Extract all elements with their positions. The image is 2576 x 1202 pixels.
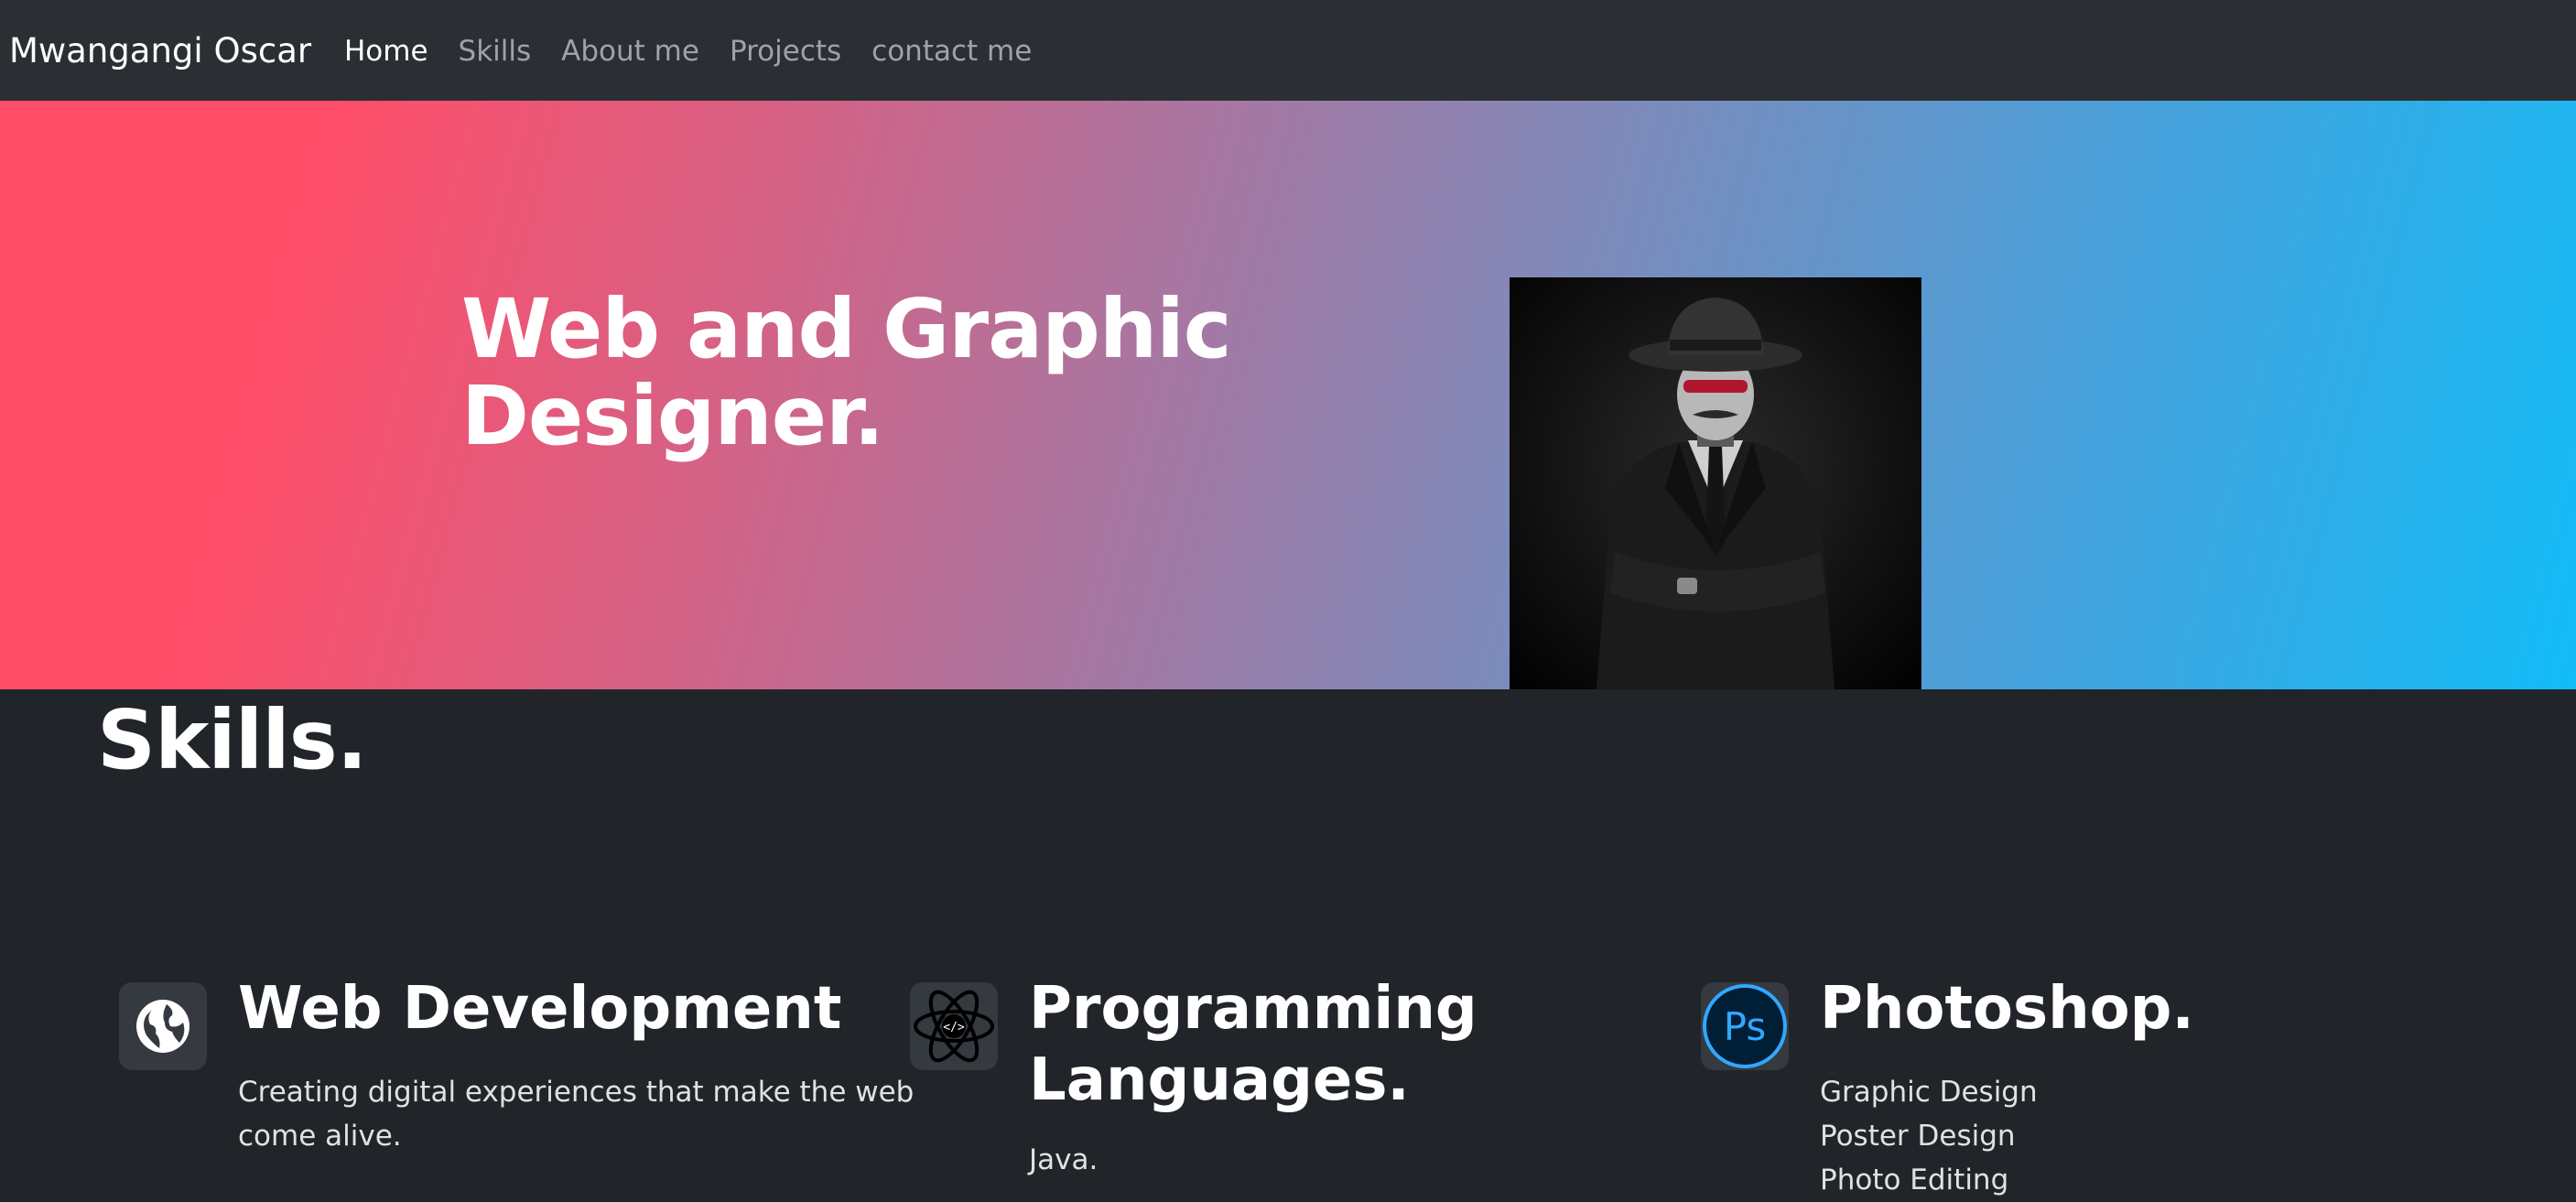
brand-link[interactable]: Mwangangi Oscar [9,28,311,74]
skill-description-line: Graphic Design [1820,1076,2038,1109]
skill-heading: Photoshop. [1820,975,2194,1043]
nav-link-home[interactable]: Home [344,29,428,73]
svg-text:</>: </> [943,1021,965,1034]
skill-description: Graphic Design Poster Design Photo Editi… [1820,1070,2516,1202]
hero-section [0,101,2576,689]
nav-link-contact[interactable]: contact me [871,29,1032,73]
nav-link-projects[interactable]: Projects [730,29,841,73]
skill-description-line: Creating digital experiences that make t… [238,1076,915,1109]
top-navbar: Mwangangi Oscar Home Skills About me Pro… [0,0,2576,101]
skill-description-line: come alive. [238,1120,402,1153]
skill-heading: Web Development [238,975,842,1043]
skill-description: Creating digital experiences that make t… [238,1070,934,1158]
nav-link-skills[interactable]: Skills [459,29,532,73]
skill-description-line: Photo Editing [1820,1164,2009,1197]
hero-portrait-image [1510,277,1921,689]
photoshop-icon: Ps [1701,982,1789,1070]
anonymous-man-in-suit-image [1510,277,1921,689]
hero-title: Web and Graphic Designer. [461,281,1232,463]
nav-link-about[interactable]: About me [561,29,699,73]
globe-icon [119,982,207,1070]
skills-heading: Skills. [97,692,368,787]
skill-description-line: Poster Design [1820,1120,2016,1153]
skill-description: Java. [1029,1138,1725,1182]
atom-code-icon: </> [910,982,998,1070]
svg-text:Ps: Ps [1724,1004,1766,1049]
skill-description-line: Java. [1029,1143,1099,1176]
nav-links: Home Skills About me Projects contact me [344,29,1062,73]
skill-heading: Programming Languages. [1029,975,1477,1114]
